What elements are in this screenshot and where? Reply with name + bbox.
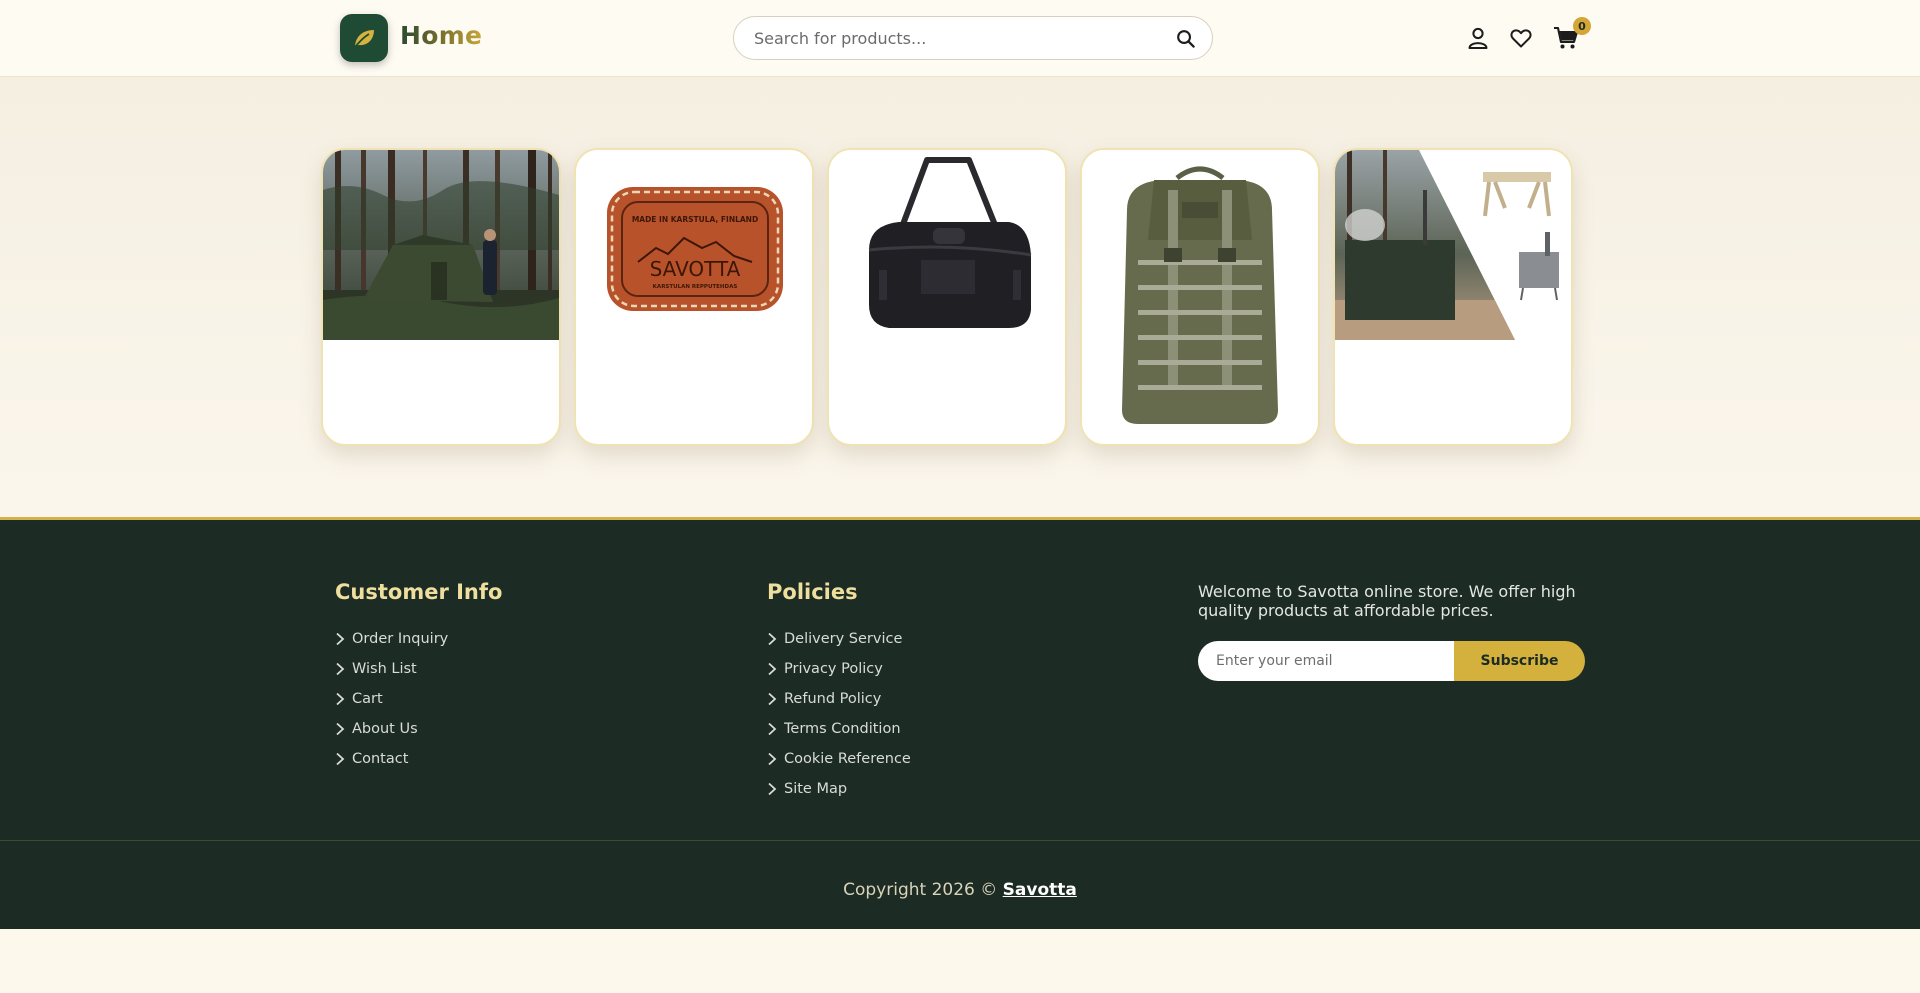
leaf-icon bbox=[354, 30, 374, 48]
product-image-tent bbox=[323, 150, 559, 340]
search-bar bbox=[733, 16, 1213, 60]
footer-link-label: Cart bbox=[352, 691, 383, 707]
footer-link-wish-list[interactable]: Wish List bbox=[335, 654, 448, 684]
product-image-duffel bbox=[829, 150, 1065, 340]
chevron-right-icon bbox=[335, 752, 347, 766]
product-card-patch[interactable]: MADE IN KARSTULA, FINLAND SAVOTTA KARSTU… bbox=[574, 148, 814, 446]
footer-link-privacy-policy[interactable]: Privacy Policy bbox=[767, 654, 911, 684]
chevron-right-icon bbox=[767, 662, 779, 676]
footer-link-site-map[interactable]: Site Map bbox=[767, 774, 911, 804]
footer-link-delivery-service[interactable]: Delivery Service bbox=[767, 624, 911, 654]
chevron-right-icon bbox=[335, 692, 347, 706]
chevron-right-icon bbox=[767, 752, 779, 766]
footer-link-label: Privacy Policy bbox=[784, 661, 883, 677]
product-card-sauna[interactable] bbox=[1333, 148, 1573, 446]
footer-link-cookie-reference[interactable]: Cookie Reference bbox=[767, 744, 911, 774]
logo[interactable] bbox=[340, 14, 388, 62]
site-header: Home 0 bbox=[0, 0, 1920, 77]
site-footer: Customer Info Order Inquiry Wish List Ca… bbox=[0, 517, 1920, 929]
email-field[interactable] bbox=[1198, 641, 1454, 681]
chevron-right-icon bbox=[335, 662, 347, 676]
product-image-backpack bbox=[1082, 150, 1318, 444]
copyright-text: Copyright 2026 © bbox=[843, 880, 1003, 900]
footer-link-label: Delivery Service bbox=[784, 631, 903, 647]
product-image-patch: MADE IN KARSTULA, FINLAND SAVOTTA KARSTU… bbox=[576, 150, 812, 340]
about-text: Welcome to Savotta online store. We offe… bbox=[1198, 582, 1576, 620]
heart-icon bbox=[1510, 29, 1532, 48]
footer-link-label: Refund Policy bbox=[784, 691, 882, 707]
subscribe-button[interactable]: Subscribe bbox=[1454, 641, 1585, 681]
footer-link-label: Contact bbox=[352, 751, 409, 767]
cart-count-badge: 0 bbox=[1573, 17, 1591, 35]
search-input[interactable] bbox=[754, 28, 1174, 48]
footer-link-about-us[interactable]: About Us bbox=[335, 714, 448, 744]
patch-bottom-text: KARSTULAN REPPUTEHDAS bbox=[653, 284, 738, 290]
customer-info-links: Order Inquiry Wish List Cart About Us Co… bbox=[335, 624, 448, 774]
policies-links: Delivery Service Privacy Policy Refund P… bbox=[767, 624, 911, 804]
newsletter-form: Subscribe bbox=[1198, 641, 1585, 681]
footer-link-cart[interactable]: Cart bbox=[335, 684, 448, 714]
footer-link-terms-condition[interactable]: Terms Condition bbox=[767, 714, 911, 744]
footer-link-label: Terms Condition bbox=[784, 721, 901, 737]
user-icon bbox=[1468, 27, 1488, 49]
search-button[interactable] bbox=[1174, 27, 1196, 49]
search-icon bbox=[1176, 29, 1195, 48]
footer-link-label: Order Inquiry bbox=[352, 631, 449, 647]
footer-link-label: Cookie Reference bbox=[784, 751, 911, 767]
product-card-backpack[interactable] bbox=[1080, 148, 1320, 446]
product-card-duffel[interactable] bbox=[827, 148, 1067, 446]
brand-title[interactable]: Home bbox=[400, 21, 482, 50]
footer-link-order-inquiry[interactable]: Order Inquiry bbox=[335, 624, 448, 654]
patch-top-text: MADE IN KARSTULA, FINLAND bbox=[632, 215, 758, 224]
footer-link-label: About Us bbox=[352, 721, 418, 737]
patch-brand-text: SAVOTTA bbox=[650, 257, 741, 281]
footer-divider bbox=[0, 840, 1920, 841]
wishlist-button[interactable] bbox=[1508, 25, 1534, 51]
product-image-sauna bbox=[1335, 150, 1571, 340]
account-button[interactable] bbox=[1465, 25, 1491, 51]
footer-link-label: Wish List bbox=[352, 661, 417, 677]
product-card-tent[interactable] bbox=[321, 148, 561, 446]
chevron-right-icon bbox=[767, 632, 779, 646]
copyright: Copyright 2026 © Savotta bbox=[0, 880, 1920, 900]
footer-link-label: Site Map bbox=[784, 781, 848, 797]
chevron-right-icon bbox=[335, 632, 347, 646]
chevron-right-icon bbox=[767, 782, 779, 796]
policies-heading: Policies bbox=[767, 580, 858, 604]
chevron-right-icon bbox=[335, 722, 347, 736]
customer-info-heading: Customer Info bbox=[335, 580, 503, 604]
footer-link-refund-policy[interactable]: Refund Policy bbox=[767, 684, 911, 714]
copyright-brand-link[interactable]: Savotta bbox=[1003, 880, 1077, 900]
footer-link-contact[interactable]: Contact bbox=[335, 744, 448, 774]
chevron-right-icon bbox=[767, 692, 779, 706]
chevron-right-icon bbox=[767, 722, 779, 736]
